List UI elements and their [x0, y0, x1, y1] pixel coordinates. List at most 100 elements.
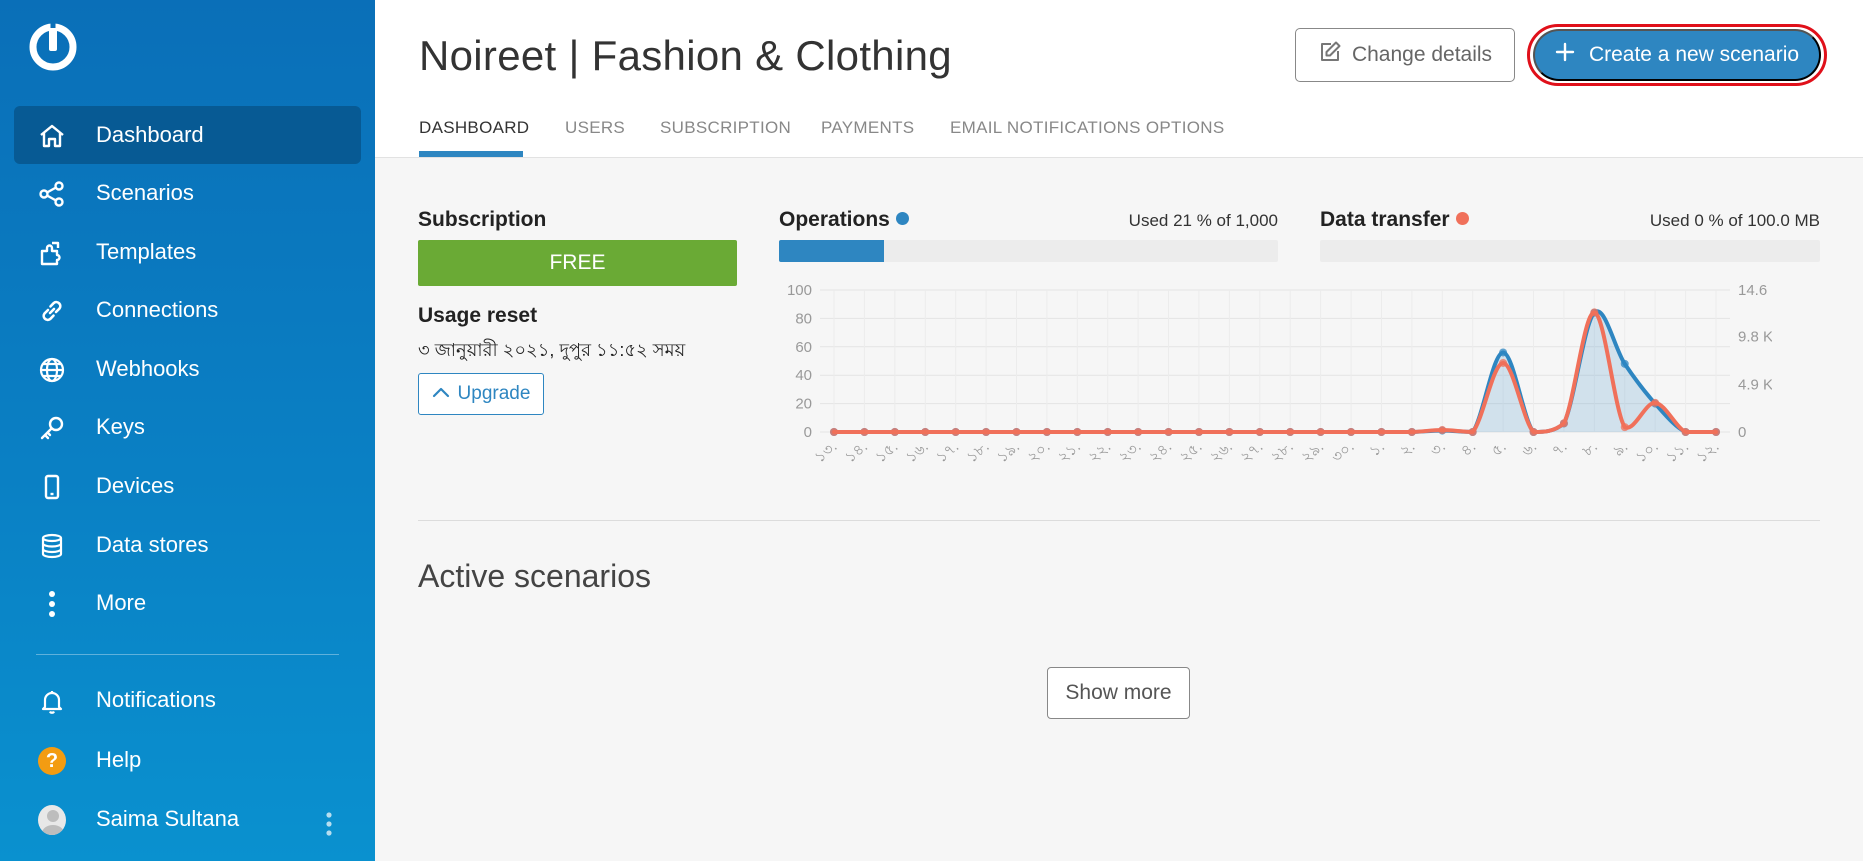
- data-point: [1529, 428, 1538, 436]
- x-tick-label: ২৯.: [1298, 438, 1327, 466]
- page-header: Noireet | Fashion & Clothing Change deta…: [375, 0, 1863, 158]
- sidebar-item-label: Dashboard: [96, 122, 204, 147]
- sidebar-item-label: Data stores: [96, 532, 209, 557]
- data-point: [1347, 428, 1356, 436]
- data-transfer-legend-dot: [1455, 212, 1469, 225]
- data-point: [1225, 428, 1234, 436]
- data-point: [982, 428, 991, 436]
- x-tick-label: ২৭.: [1237, 438, 1266, 466]
- upgrade-button[interactable]: Upgrade: [418, 373, 544, 415]
- create-scenario-button[interactable]: Create a new scenario: [1533, 29, 1821, 81]
- plus-icon: [1555, 42, 1575, 68]
- avatar-wrapper: [38, 805, 66, 835]
- active-tab-indicator: [419, 151, 523, 157]
- x-tick-label: ১৪.: [842, 438, 871, 466]
- data-point: [921, 428, 930, 436]
- sidebar-item-label: Help: [96, 747, 142, 772]
- sidebar-divider: [36, 654, 339, 655]
- sidebar-item-webhooks[interactable]: Webhooks: [14, 340, 361, 398]
- x-tick-label: ২৪.: [1146, 438, 1175, 466]
- x-tick-label: ১০.: [1633, 438, 1662, 466]
- question-mark-icon: ?: [38, 747, 66, 775]
- puzzle-icon: [38, 239, 66, 267]
- x-tick-label: ৭.: [1549, 438, 1571, 460]
- sidebar-item-user[interactable]: Saima Sultana: [14, 790, 361, 848]
- x-tick-label: ১১.: [1663, 438, 1692, 466]
- operations-progress-fill: [779, 240, 884, 262]
- show-more-button[interactable]: Show more: [1047, 667, 1190, 719]
- share-nodes-icon: [38, 180, 66, 208]
- y-right-tick-label: 14.6 KB: [1738, 282, 1772, 299]
- sidebar-item-label: Notifications: [96, 687, 216, 712]
- sidebar: Dashboard Scenarios Templates Connection…: [0, 0, 375, 861]
- operations-progress-bar: [779, 240, 1278, 262]
- x-tick-label: ৩০.: [1329, 438, 1358, 466]
- vertical-dots-icon: [38, 590, 66, 618]
- tab-subscription[interactable]: SUBSCRIPTION: [660, 118, 791, 138]
- data-point: [951, 428, 960, 436]
- section-divider: [418, 520, 1820, 521]
- x-tick-label: ৯.: [1610, 438, 1632, 460]
- sidebar-item-label: More: [96, 590, 147, 615]
- sidebar-item-label: Connections: [96, 297, 219, 322]
- sidebar-item-notifications[interactable]: Notifications: [14, 671, 361, 729]
- data-point: [1681, 428, 1690, 436]
- chevron-up-icon: [432, 383, 450, 405]
- app-logo[interactable]: [28, 22, 78, 72]
- x-tick-label: ১২.: [1694, 438, 1723, 466]
- link-icon: [38, 297, 66, 325]
- data-transfer-label-text: Data transfer: [1320, 208, 1450, 231]
- usage-chart: 0 20 40 60 80 100 0 4.9 KB 9.8 KB 14.6 KB ১৩.১৪.১৫…: [787, 282, 1772, 466]
- user-menu-dots-icon[interactable]: [325, 812, 333, 836]
- x-tick-label: ১৬.: [903, 438, 932, 466]
- x-tick-label: ২১.: [1055, 438, 1084, 466]
- phone-icon: [38, 473, 66, 501]
- y-right-tick-label: 0: [1738, 424, 1746, 441]
- x-tick-label: ২৩.: [1116, 438, 1145, 466]
- home-icon: [38, 122, 66, 150]
- x-tick-label: ১.: [1366, 438, 1388, 460]
- y-left-tick-label: 0: [804, 424, 812, 441]
- data-point: [1134, 428, 1143, 436]
- data-point: [1164, 428, 1173, 436]
- bell-icon: [38, 687, 66, 715]
- x-tick-label: ৫.: [1488, 438, 1510, 460]
- data-point: [1438, 426, 1447, 435]
- x-tick-label: ৬.: [1518, 438, 1540, 460]
- data-point: [1559, 419, 1568, 428]
- sidebar-item-scenarios[interactable]: Scenarios: [14, 164, 361, 222]
- y-left-tick-label: 60: [795, 339, 812, 356]
- x-tick-label: ১৮.: [964, 438, 993, 466]
- data-transfer-usage-text: Used 0 % of 100.0 MB: [1649, 211, 1820, 230]
- sidebar-item-data-stores[interactable]: Data stores: [14, 516, 361, 574]
- user-name: Saima Sultana: [96, 806, 240, 831]
- data-transfer-label: Data transfer: [1320, 208, 1469, 232]
- x-tick-label: ১৯.: [994, 438, 1023, 466]
- sidebar-item-help[interactable]: ? Help: [14, 731, 361, 789]
- tab-payments[interactable]: PAYMENTS: [821, 118, 914, 138]
- sidebar-item-more[interactable]: More: [14, 574, 361, 632]
- data-point: [1590, 308, 1599, 317]
- data-point: [1255, 428, 1264, 436]
- data-point: [1620, 359, 1629, 368]
- sidebar-item-connections[interactable]: Connections: [14, 281, 361, 339]
- x-tick-label: ২৬.: [1207, 438, 1236, 466]
- data-point: [1712, 428, 1720, 436]
- sidebar-item-dashboard[interactable]: Dashboard: [14, 106, 361, 164]
- tab-email-notifications[interactable]: EMAIL NOTIFICATIONS OPTIONS: [950, 118, 1224, 138]
- change-details-button[interactable]: Change details: [1295, 28, 1515, 82]
- x-tick-label: ২০.: [1024, 438, 1053, 466]
- data-transfer-progress-bar: [1320, 240, 1820, 262]
- sidebar-item-devices[interactable]: Devices: [14, 457, 361, 515]
- x-tick-label: ২.: [1397, 438, 1419, 460]
- x-tick-label: ১৫.: [872, 438, 901, 466]
- data-point: [1194, 428, 1203, 436]
- sidebar-item-label: Scenarios: [96, 180, 194, 205]
- help-icon: ?: [38, 747, 66, 775]
- tab-dashboard[interactable]: DASHBOARD: [419, 118, 529, 138]
- sidebar-item-templates[interactable]: Templates: [14, 223, 361, 281]
- tab-users[interactable]: USERS: [565, 118, 625, 138]
- sidebar-item-keys[interactable]: Keys: [14, 398, 361, 456]
- plan-badge: FREE: [418, 240, 737, 286]
- operations-label: Operations: [779, 208, 909, 232]
